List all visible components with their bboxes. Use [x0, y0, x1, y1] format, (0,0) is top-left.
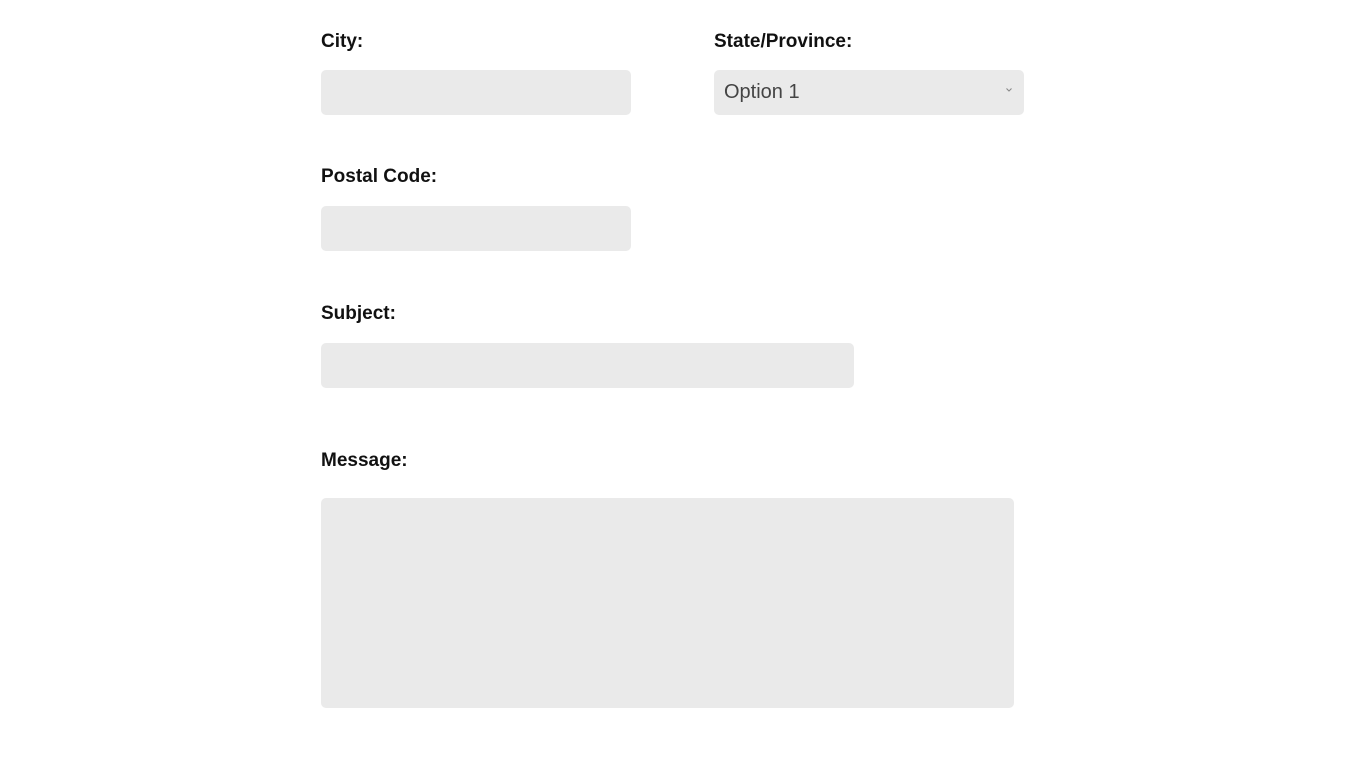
city-label: City: — [321, 31, 364, 52]
postal-code-label: Postal Code: — [321, 166, 438, 187]
message-label: Message: — [321, 450, 408, 471]
subject-input[interactable] — [321, 343, 854, 388]
city-input[interactable] — [321, 70, 631, 115]
message-textarea[interactable] — [321, 498, 1014, 708]
subject-label: Subject: — [321, 303, 396, 324]
postal-code-input[interactable] — [321, 206, 631, 251]
state-province-label: State/Province: — [714, 31, 853, 52]
contact-form: City: State/Province: Option 1 Postal Co… — [0, 0, 1366, 768]
state-province-select[interactable]: Option 1 — [714, 70, 1024, 115]
chevron-down-icon — [1005, 86, 1013, 94]
state-province-selected-value: Option 1 — [724, 81, 800, 103]
